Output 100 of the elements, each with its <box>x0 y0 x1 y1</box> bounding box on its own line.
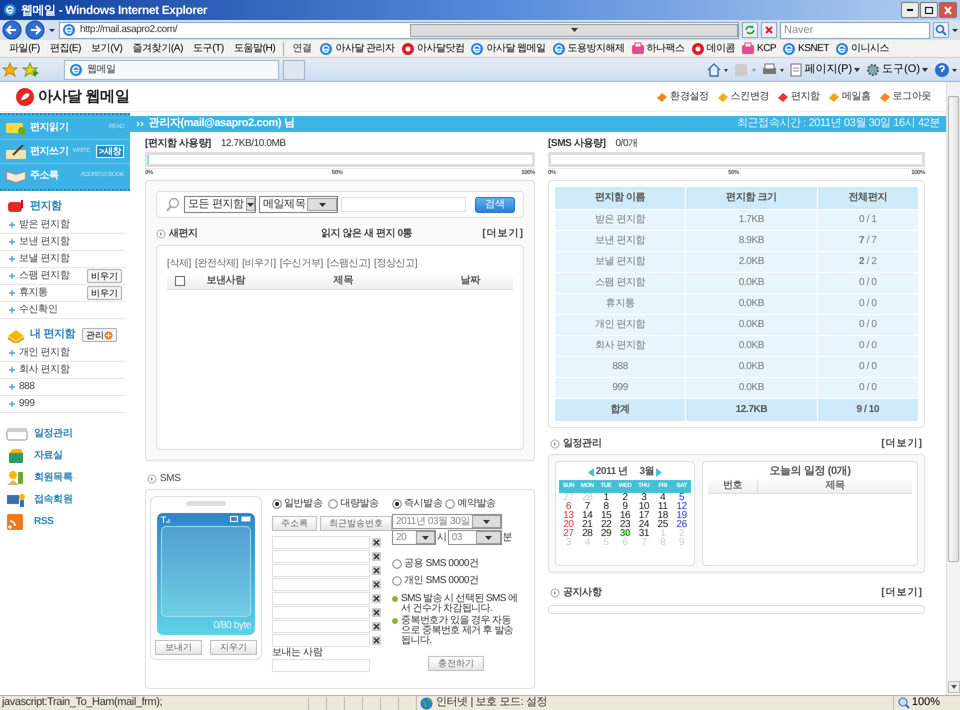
minimize-button[interactable] <box>901 2 919 18</box>
forward-button[interactable] <box>25 20 45 40</box>
header-link[interactable]: 스킨변경 <box>716 90 769 102</box>
favorite-link[interactable]: 아사달닷컴 <box>398 42 468 56</box>
header-link[interactable]: 로그아웃 <box>878 90 931 102</box>
search-field[interactable]: Naver <box>780 22 930 38</box>
sidebar-item[interactable]: 휴지통 비우기 <box>0 285 126 302</box>
sms-action-button[interactable]: 보내기 <box>155 640 202 656</box>
phone-number-field[interactable] <box>272 634 370 647</box>
manage-button[interactable]: 관리 <box>82 328 118 342</box>
scroll-down-button[interactable] <box>948 681 960 693</box>
sidebar-tool-link[interactable]: 자료실 <box>0 445 130 467</box>
maximize-button[interactable] <box>920 2 938 18</box>
menu-item[interactable]: 즐겨찾기(A) <box>127 42 188 54</box>
phone-number-field[interactable] <box>272 550 370 563</box>
action-link[interactable]: [비우기] <box>242 258 276 270</box>
favorite-link[interactable]: 도용방지해제 <box>548 42 628 56</box>
sidebar-item[interactable]: 수신확인 <box>0 302 126 319</box>
calendar-day[interactable]: 10 <box>634 502 654 512</box>
add-favorite-icon[interactable] <box>22 62 38 78</box>
search-button[interactable] <box>933 22 949 38</box>
calendar-day[interactable]: 6 <box>559 502 578 512</box>
phone-number-field[interactable] <box>272 578 370 591</box>
sidebar-item[interactable]: 888 <box>0 379 126 396</box>
calendar-day[interactable]: 3 <box>634 493 654 502</box>
calendar-day[interactable]: 8 <box>596 502 616 512</box>
calendar-day[interactable]: 24 <box>634 520 654 530</box>
calendar-day[interactable]: 1 <box>596 493 616 502</box>
action-link[interactable]: [스팸신고] <box>326 258 370 270</box>
favorite-link[interactable]: 이니시스 <box>832 42 892 56</box>
favorite-link[interactable]: 하나팩스 <box>628 42 688 56</box>
sms-action-button[interactable]: 지우기 <box>210 640 257 656</box>
help-icon[interactable] <box>934 62 958 78</box>
scrollbar-thumb[interactable] <box>948 96 959 562</box>
sidebar-tool-link[interactable]: 일정관리 <box>0 423 130 445</box>
calendar-day[interactable]: 21 <box>578 520 597 530</box>
favorites-star-icon[interactable] <box>2 62 18 78</box>
calendar-day[interactable]: 26 <box>672 520 691 530</box>
charge-button[interactable]: 충전하기 <box>428 656 484 671</box>
delete-button[interactable] <box>372 636 381 645</box>
menu-item[interactable]: 편집(E) <box>44 42 86 54</box>
zoom-button[interactable]: 100% <box>892 696 960 710</box>
radio-button[interactable] <box>392 576 402 586</box>
refresh-button[interactable] <box>742 22 758 38</box>
home-icon[interactable] <box>706 62 728 78</box>
scrollbar[interactable] <box>946 82 960 695</box>
minute-dropdown[interactable]: 03 <box>448 530 502 546</box>
stop-button[interactable] <box>761 22 777 38</box>
dropdown-button[interactable] <box>476 531 501 544</box>
tools-menu-button[interactable]: 도구(O) <box>866 62 928 76</box>
header-link[interactable]: 환경설정 <box>656 90 709 102</box>
sidebar-item[interactable]: 받은 편지함 <box>0 217 126 234</box>
browser-tab[interactable]: 웹메일 <box>64 60 279 80</box>
calendar-day[interactable]: 22 <box>596 520 616 530</box>
hour-dropdown[interactable]: 20 <box>392 530 436 546</box>
delete-button[interactable] <box>372 594 381 603</box>
calendar-day[interactable]: 5 <box>672 493 691 502</box>
calendar-day[interactable]: 14 <box>578 511 597 520</box>
sidebar-item[interactable]: 보낸 편지함 <box>0 234 126 251</box>
phone-number-field[interactable] <box>272 620 370 633</box>
action-link[interactable]: [수신거부] <box>280 258 323 270</box>
more-link[interactable]: [더보기] <box>482 228 524 240</box>
calendar-day[interactable]: 31 <box>634 529 654 538</box>
calendar-day[interactable]: 25 <box>653 520 672 530</box>
delete-button[interactable] <box>372 552 381 561</box>
calendar-day[interactable]: 16 <box>616 511 634 520</box>
delete-button[interactable] <box>372 538 381 547</box>
calendar-day[interactable]: 18 <box>653 511 672 520</box>
dropdown-button[interactable] <box>472 515 501 528</box>
date-dropdown[interactable]: 2011년 03월 30일 <box>392 514 502 530</box>
phone-number-field[interactable] <box>272 592 370 605</box>
sidebar-tool-link[interactable]: RSS <box>0 511 130 533</box>
radio-button[interactable] <box>328 499 338 510</box>
calendar-day[interactable]: 4 <box>653 493 672 502</box>
more-link[interactable]: [더보기] <box>881 587 923 600</box>
menu-item[interactable]: 도움말(H) <box>228 42 280 54</box>
more-link[interactable]: [더보기] <box>881 438 923 450</box>
phone-number-field[interactable] <box>272 606 370 619</box>
lookup-button[interactable]: 최근발송번호 <box>320 516 392 531</box>
calendar-day[interactable]: 9 <box>616 502 634 512</box>
calendar-day[interactable]: 12 <box>672 502 691 512</box>
calendar-day[interactable]: 11 <box>653 502 672 512</box>
calendar-day[interactable]: 15 <box>596 511 616 520</box>
lookup-button[interactable]: 주소록 <box>272 516 317 531</box>
sidebar-item[interactable]: 스팸 편지함 비우기 <box>0 268 126 285</box>
radio-button[interactable] <box>445 499 456 510</box>
phone-number-field[interactable] <box>272 564 370 577</box>
delete-button[interactable] <box>372 566 381 575</box>
menu-item[interactable]: 보기(V) <box>86 42 128 54</box>
dropdown-button[interactable] <box>416 531 435 544</box>
back-button[interactable] <box>2 20 22 40</box>
field-dropdown[interactable]: 메일제목 <box>259 196 338 214</box>
favorite-link[interactable]: KCP <box>738 42 780 56</box>
favorite-link[interactable]: 아사달 웹메일 <box>467 42 549 56</box>
radio-button[interactable] <box>392 499 402 510</box>
action-link[interactable]: [정상신고] <box>374 258 418 270</box>
delete-button[interactable] <box>372 622 381 631</box>
menu-item[interactable]: 파일(F) <box>4 42 45 54</box>
dropdown-button[interactable] <box>307 198 337 212</box>
phone-number-field[interactable] <box>272 536 370 549</box>
